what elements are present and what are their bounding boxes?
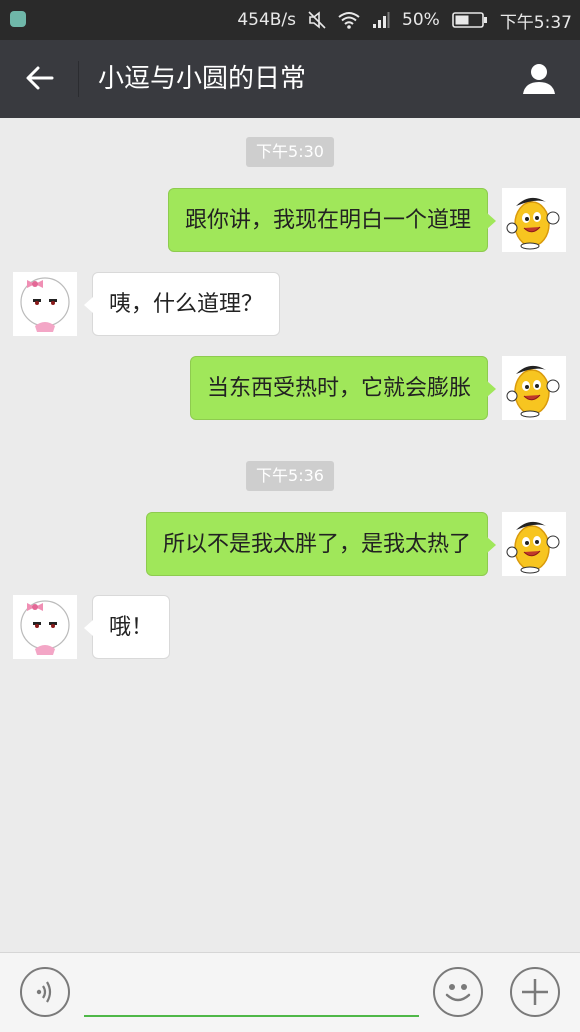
status-time: 下午5:37 [499,12,572,33]
avatar-friend[interactable] [13,272,77,336]
avatar-friend[interactable] [13,595,77,659]
emoji-icon [445,984,471,1002]
chat-header: 小逗与小圆的日常 [0,40,580,118]
message-incoming[interactable]: 哦！ [83,595,171,659]
app-icon [10,11,26,27]
signal-icon [373,12,390,28]
avatar-self[interactable] [502,512,566,576]
bean-avatar-icon [506,197,560,250]
network-speed: 454B/s [237,10,297,30]
timestamp-badge: 下午5:30 [246,137,334,167]
bean-avatar-icon [506,521,560,574]
status-bar: 454B/s 50% 下午5:37 [0,0,580,40]
timestamp-badge: 下午5:36 [246,461,334,491]
wifi-icon [338,12,360,29]
voice-icon [36,981,52,1003]
back-arrow-icon[interactable] [22,60,58,96]
chat-title: 小逗与小圆的日常 [98,64,307,94]
message-incoming[interactable]: 咦，什么道理？ [83,272,281,336]
input-bar [0,952,580,1032]
mute-icon [308,11,326,29]
battery-icon [452,12,487,28]
round-girl-avatar-icon [20,600,70,655]
message-input[interactable] [84,973,419,1017]
bean-avatar-icon [506,365,560,418]
voice-button[interactable] [20,967,70,1017]
message-outgoing[interactable]: 所以不是我太胖了，是我太热了 [145,512,497,576]
avatar-self[interactable] [502,188,566,252]
avatar-self[interactable] [502,356,566,420]
header-divider [78,61,79,97]
message-outgoing[interactable]: 当东西受热时，它就会膨胀 [189,356,497,420]
round-girl-avatar-icon [20,277,70,332]
emoji-button[interactable] [433,967,483,1017]
person-icon[interactable] [518,58,560,100]
status-right: 454B/s 50% 下午5:37 [237,0,572,40]
battery-percent: 50% [402,10,440,30]
plus-icon [522,979,548,1005]
more-button[interactable] [510,967,560,1017]
message-outgoing[interactable]: 跟你讲，我现在明白一个道理 [167,188,497,252]
